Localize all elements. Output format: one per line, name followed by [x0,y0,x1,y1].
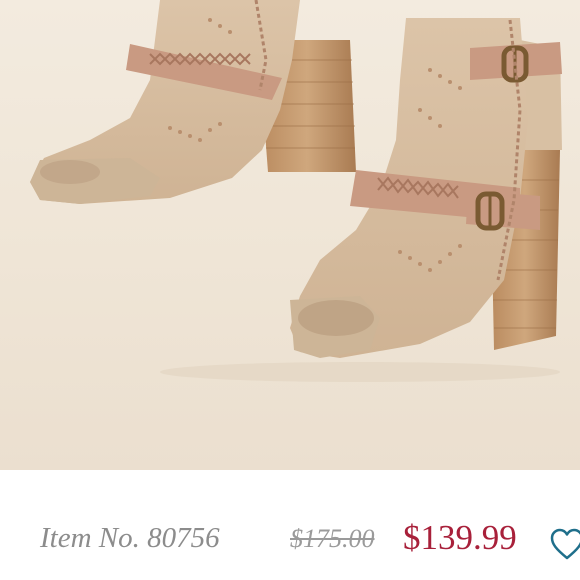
booties-illustration [30,0,562,382]
sale-price: $139.99 [403,518,517,557]
heart-outline-icon [550,528,580,560]
item-number: Item No. 80756 [40,522,220,554]
floor-shadow [160,362,560,382]
left-bootie [30,0,300,204]
product-photo[interactable] [0,0,580,470]
original-price: $175.00 [290,524,375,553]
favorite-button[interactable] [550,528,580,562]
